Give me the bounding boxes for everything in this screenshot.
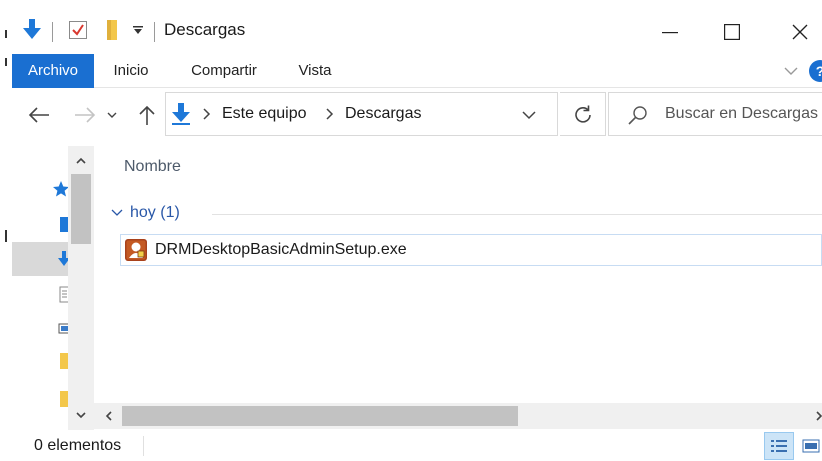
navigation-bar: Este equipo Descargas	[12, 90, 822, 142]
explorer-window: Descargas Archivo Inicio Compartir Vista…	[0, 0, 822, 461]
forward-button[interactable]	[70, 100, 100, 130]
refresh-button[interactable]	[560, 92, 606, 136]
file-name: DRMDesktopBasicAdminSetup.exe	[155, 241, 407, 258]
tab-inicio[interactable]: Inicio	[102, 54, 160, 88]
group-header[interactable]: hoy (1)	[110, 204, 822, 226]
search-icon	[627, 104, 649, 126]
group-divider	[212, 214, 822, 215]
customize-toolbar-chevron-icon[interactable]	[126, 18, 150, 42]
scroll-left-arrow-icon[interactable]	[100, 407, 118, 425]
downloads-location-icon	[172, 103, 190, 130]
back-button[interactable]	[24, 100, 54, 130]
search-box[interactable]	[608, 92, 822, 136]
scroll-down-arrow-icon[interactable]	[72, 406, 90, 424]
navigation-pane	[12, 146, 94, 430]
window-title: Descargas	[164, 20, 246, 39]
file-row[interactable]: DRMDesktopBasicAdminSetup.exe	[120, 234, 822, 266]
ribbon-tabs: Archivo Inicio Compartir Vista ?	[12, 54, 822, 88]
scrollbar-thumb[interactable]	[71, 174, 91, 244]
installer-app-icon	[125, 239, 147, 261]
recent-locations-chevron-icon[interactable]	[102, 100, 122, 130]
minimize-button[interactable]	[642, 10, 698, 54]
large-icons-view-button[interactable]	[796, 432, 822, 460]
expand-ribbon-chevron-icon[interactable]	[782, 60, 800, 80]
help-icon[interactable]: ?	[809, 60, 822, 82]
scroll-right-arrow-icon[interactable]	[810, 407, 822, 425]
up-button[interactable]	[132, 100, 162, 130]
details-view-button[interactable]	[764, 432, 794, 460]
item-count: 0 elementos	[34, 437, 122, 454]
content-horizontal-scrollbar[interactable]	[94, 403, 822, 429]
address-history-chevron-icon[interactable]	[518, 105, 540, 125]
close-button[interactable]	[772, 10, 822, 54]
group-title: hoy (1)	[130, 204, 180, 221]
breadcrumb-descargas[interactable]: Descargas	[345, 105, 421, 123]
status-bar: 0 elementos	[12, 430, 822, 461]
tab-compartir[interactable]: Compartir	[176, 54, 272, 88]
download-arrow-icon[interactable]	[20, 18, 44, 42]
tab-archivo[interactable]: Archivo	[12, 54, 94, 88]
file-list: Nombre hoy (1) DRMDesktopBasicAdminSetup…	[94, 146, 822, 430]
breadcrumb-este-equipo[interactable]: Este equipo	[222, 105, 307, 123]
column-header-nombre[interactable]: Nombre	[124, 158, 181, 176]
search-input[interactable]	[665, 93, 822, 135]
title-bar: Descargas	[12, 10, 822, 54]
breadcrumb-separator-icon	[323, 107, 335, 121]
address-bar[interactable]: Este equipo Descargas	[165, 92, 558, 136]
collapse-group-chevron-icon[interactable]	[110, 206, 124, 220]
maximize-button[interactable]	[704, 10, 760, 54]
tab-vista[interactable]: Vista	[288, 54, 342, 88]
scrollbar-thumb[interactable]	[122, 406, 518, 426]
scroll-up-arrow-icon[interactable]	[72, 152, 90, 170]
properties-checkbox-icon[interactable]	[66, 18, 90, 42]
navpane-vertical-scrollbar[interactable]	[68, 146, 94, 430]
window-left-edge	[0, 0, 12, 461]
new-folder-icon[interactable]	[100, 18, 124, 42]
status-divider	[143, 436, 144, 456]
breadcrumb-separator-icon	[200, 107, 212, 121]
